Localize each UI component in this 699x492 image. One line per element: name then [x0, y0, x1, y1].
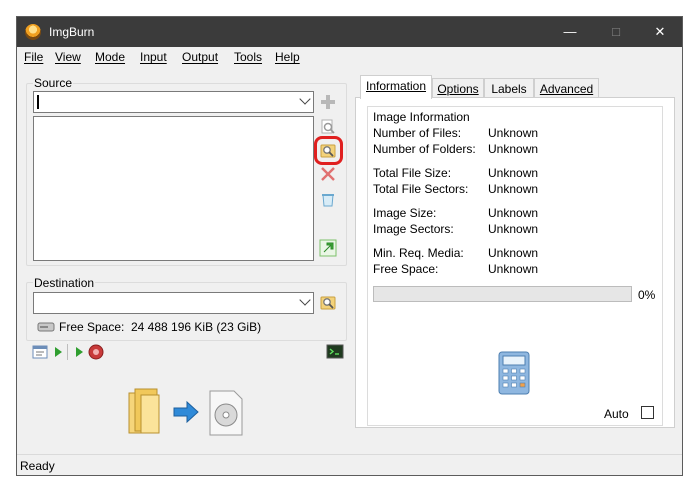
tab-advanced[interactable]: Advanced: [534, 78, 599, 98]
info-label-min-media: Min. Req. Media:: [373, 246, 464, 260]
info-label-total-sectors: Total File Sectors:: [373, 182, 469, 196]
progress-bar: [373, 286, 632, 302]
info-value-files: Unknown: [488, 126, 539, 140]
info-label-files: Number of Files:: [373, 126, 462, 140]
info-label-image-sectors: Image Sectors:: [373, 222, 454, 236]
menu-file[interactable]: File: [24, 50, 43, 64]
minimize-button[interactable]: —: [547, 17, 593, 47]
folder-icon: [128, 388, 160, 434]
info-value-free-space: Unknown: [488, 262, 539, 276]
free-space-label: Free Space:: [59, 320, 125, 334]
menu-view[interactable]: View: [55, 50, 81, 64]
tab-labels[interactable]: Labels: [484, 78, 534, 98]
drive-icon: [37, 322, 55, 332]
menu-output[interactable]: Output: [182, 50, 218, 64]
maximize-icon: □: [612, 24, 620, 39]
search-file-icon[interactable]: [319, 118, 337, 136]
chevron-down-icon: [299, 93, 311, 105]
recycle-icon[interactable]: [319, 191, 337, 209]
info-value-total-size: Unknown: [488, 166, 539, 180]
browse-folder-icon[interactable]: [319, 142, 337, 160]
play-icon-2[interactable]: [74, 346, 84, 358]
info-value-image-size: Unknown: [488, 206, 539, 220]
delete-icon[interactable]: [319, 165, 337, 183]
app-logo-icon: [25, 24, 41, 40]
maximize-button[interactable]: □: [593, 17, 639, 47]
auto-label: Auto: [604, 407, 629, 421]
info-value-image-sectors: Unknown: [488, 222, 539, 236]
build-icon[interactable]: [319, 239, 337, 257]
close-button[interactable]: ✕: [637, 17, 682, 47]
progress-percent: 0%: [638, 288, 656, 302]
image-information-title: Image Information: [373, 110, 470, 124]
source-label: Source: [33, 76, 74, 90]
minimize-icon: —: [563, 24, 577, 39]
menu-bar: File View Mode Input Output Tools Help: [17, 47, 682, 67]
play-icon[interactable]: [53, 346, 63, 358]
info-label-image-size: Image Size:: [373, 206, 437, 220]
menu-tools[interactable]: Tools: [234, 50, 262, 64]
tab-options[interactable]: Options: [432, 78, 484, 98]
info-label-folders: Number of Folders:: [373, 142, 476, 156]
browse-destination-icon[interactable]: [319, 294, 337, 312]
window-title: ImgBurn: [49, 25, 95, 39]
info-label-total-size: Total File Size:: [373, 166, 452, 180]
terminal-icon[interactable]: [326, 343, 344, 361]
source-combo[interactable]: [33, 91, 314, 113]
tab-information[interactable]: Information: [360, 75, 432, 99]
free-space-value: 24 488 196 KiB (23 GiB): [131, 320, 262, 334]
menu-mode[interactable]: Mode: [95, 50, 125, 64]
disc-image-icon: [209, 390, 243, 436]
log-icon[interactable]: [31, 343, 49, 361]
status-bar: Ready: [17, 454, 682, 475]
stop-icon[interactable]: [87, 343, 105, 361]
toolbar-separator: [67, 344, 68, 360]
add-icon[interactable]: [319, 93, 337, 111]
source-file-list[interactable]: [33, 116, 314, 261]
info-value-total-sectors: Unknown: [488, 182, 539, 196]
close-icon: ✕: [654, 24, 666, 39]
app-window: ImgBurn — □ ✕ File View Mode Input Outpu…: [16, 16, 683, 476]
title-bar: ImgBurn — □ ✕: [17, 17, 682, 47]
calculator-icon[interactable]: [497, 350, 531, 396]
chevron-down-icon: [299, 294, 311, 306]
menu-input[interactable]: Input: [140, 50, 167, 64]
destination-combo[interactable]: [33, 292, 314, 314]
status-text: Ready: [20, 459, 55, 473]
destination-label: Destination: [33, 276, 96, 290]
info-value-min-media: Unknown: [488, 246, 539, 260]
arrow-right-icon: [173, 400, 199, 424]
info-label-free-space: Free Space:: [373, 262, 439, 276]
info-value-folders: Unknown: [488, 142, 539, 156]
auto-checkbox[interactable]: [641, 406, 654, 419]
text-cursor: [37, 95, 39, 109]
menu-help[interactable]: Help: [275, 50, 300, 64]
